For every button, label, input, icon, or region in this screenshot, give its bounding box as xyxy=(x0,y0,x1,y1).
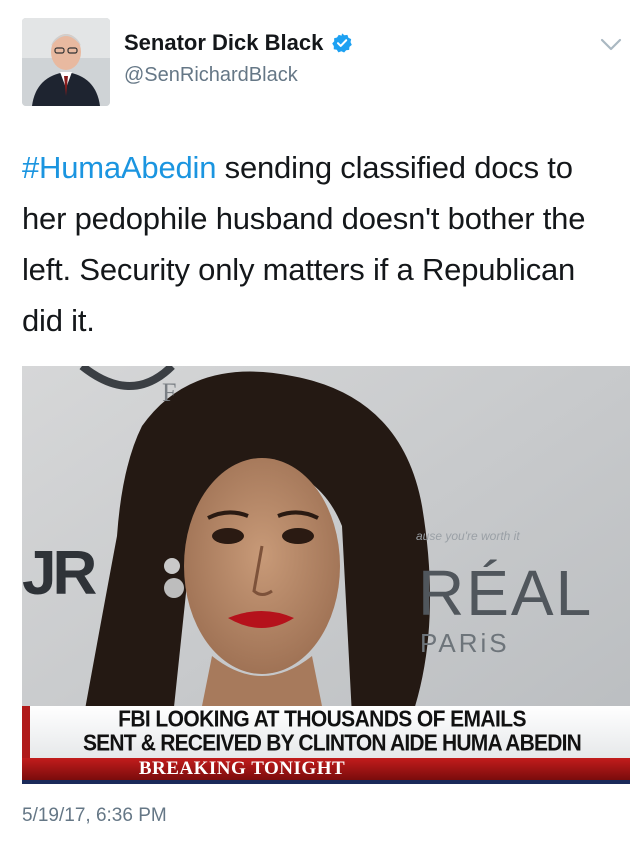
verified-badge-icon xyxy=(332,33,353,53)
background-city: PARiS xyxy=(420,628,510,658)
tweet-media[interactable]: F JR ause you're worth it RÉAL PARiS FBI… xyxy=(22,366,630,784)
user-handle[interactable]: @SenRichardBlack xyxy=(124,64,298,87)
svg-text:F: F xyxy=(162,378,176,407)
avatar[interactable] xyxy=(22,18,110,106)
tweet-text: #HumaAbedin sending classified docs to h… xyxy=(22,142,622,346)
tweet-timestamp[interactable]: 5/19/17, 6:36 PM xyxy=(22,805,167,827)
chyron-breaking-banner: BREAKING TONIGHT xyxy=(22,758,630,780)
tweet-header: Senator Dick Black @SenRichardBlack xyxy=(0,0,640,120)
display-name[interactable]: Senator Dick Black xyxy=(124,30,323,56)
name-row: Senator Dick Black xyxy=(124,30,353,56)
avatar-photo xyxy=(22,18,110,106)
news-chyron: FBI LOOKING AT THOUSANDS OF EMAILS SENT … xyxy=(22,706,630,784)
background-brand: RÉAL xyxy=(418,557,594,629)
chyron-headline-box: FBI LOOKING AT THOUSANDS OF EMAILS SENT … xyxy=(22,706,630,758)
background-letters: JR xyxy=(22,539,97,608)
breaking-label: BREAKING TONIGHT xyxy=(138,758,346,779)
chyron-line-2: SENT & RECEIVED BY CLINTON AIDE HUMA ABE… xyxy=(82,730,582,757)
hashtag-link[interactable]: #HumaAbedin xyxy=(22,150,216,185)
chyron-line-1: FBI LOOKING AT THOUSANDS OF EMAILS xyxy=(118,706,526,733)
chyron-strip xyxy=(22,780,630,784)
background-slogan: ause you're worth it xyxy=(416,529,520,543)
chevron-down-icon[interactable] xyxy=(600,38,622,52)
